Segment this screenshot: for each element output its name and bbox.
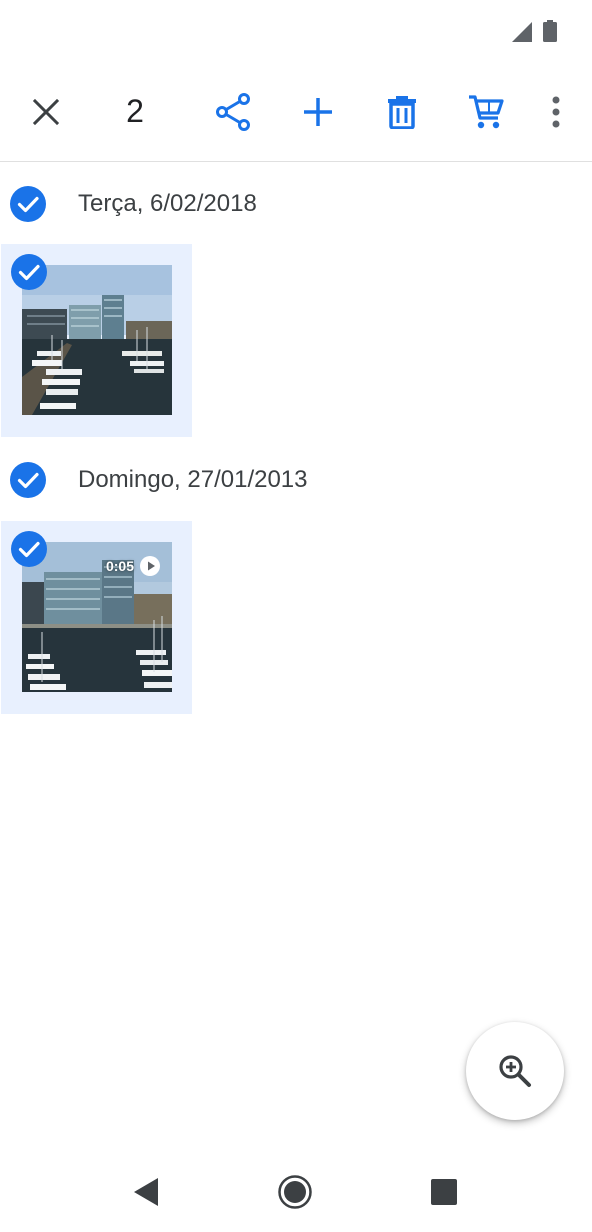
delete-icon [388, 95, 416, 129]
order-prints-button[interactable] [456, 62, 516, 161]
recents-icon [431, 1179, 457, 1205]
close-selection-button[interactable] [16, 62, 76, 161]
add-to-button[interactable] [288, 62, 348, 161]
share-button[interactable] [203, 62, 263, 161]
more-vert-icon [552, 96, 560, 127]
date-label: Terça, 6/02/2018 [78, 190, 257, 217]
group-select-checkbox[interactable] [10, 186, 46, 222]
recents-button[interactable] [422, 1170, 466, 1214]
status-bar [0, 0, 592, 62]
check-circle-icon [10, 462, 46, 498]
home-icon [278, 1175, 312, 1209]
signal-icon [512, 22, 532, 42]
video-duration-label: 0:05 [105, 558, 134, 574]
video-duration: 0:05 [106, 556, 160, 576]
cart-icon [469, 94, 504, 128]
zoom-in-icon [499, 1055, 531, 1087]
date-label: Domingo, 27/01/2013 [78, 466, 308, 493]
date-group-header: Domingo, 27/01/2013 [0, 450, 592, 510]
battery-icon [543, 20, 557, 42]
selection-toolbar: 2 [0, 62, 592, 162]
check-circle-icon [11, 254, 47, 290]
date-group-header: Terça, 6/02/2018 [0, 174, 592, 234]
check-circle-icon [10, 186, 46, 222]
item-select-checkbox[interactable] [11, 531, 47, 567]
add-icon [304, 97, 332, 126]
video-tile[interactable]: 0:05 [1, 521, 192, 714]
selected-count: 2 [126, 93, 144, 129]
close-icon [32, 98, 60, 125]
home-button[interactable] [273, 1170, 317, 1214]
system-nav-bar [0, 1150, 592, 1232]
back-icon [134, 1178, 158, 1206]
back-button[interactable] [124, 1170, 168, 1214]
zoom-button[interactable] [466, 1022, 564, 1120]
play-icon [140, 556, 160, 576]
share-icon [216, 92, 250, 131]
photo-tile[interactable] [1, 244, 192, 437]
group-select-checkbox[interactable] [10, 462, 46, 498]
item-select-checkbox[interactable] [11, 254, 47, 290]
check-circle-icon [11, 531, 47, 567]
more-options-button[interactable] [532, 62, 580, 161]
delete-button[interactable] [372, 62, 432, 161]
